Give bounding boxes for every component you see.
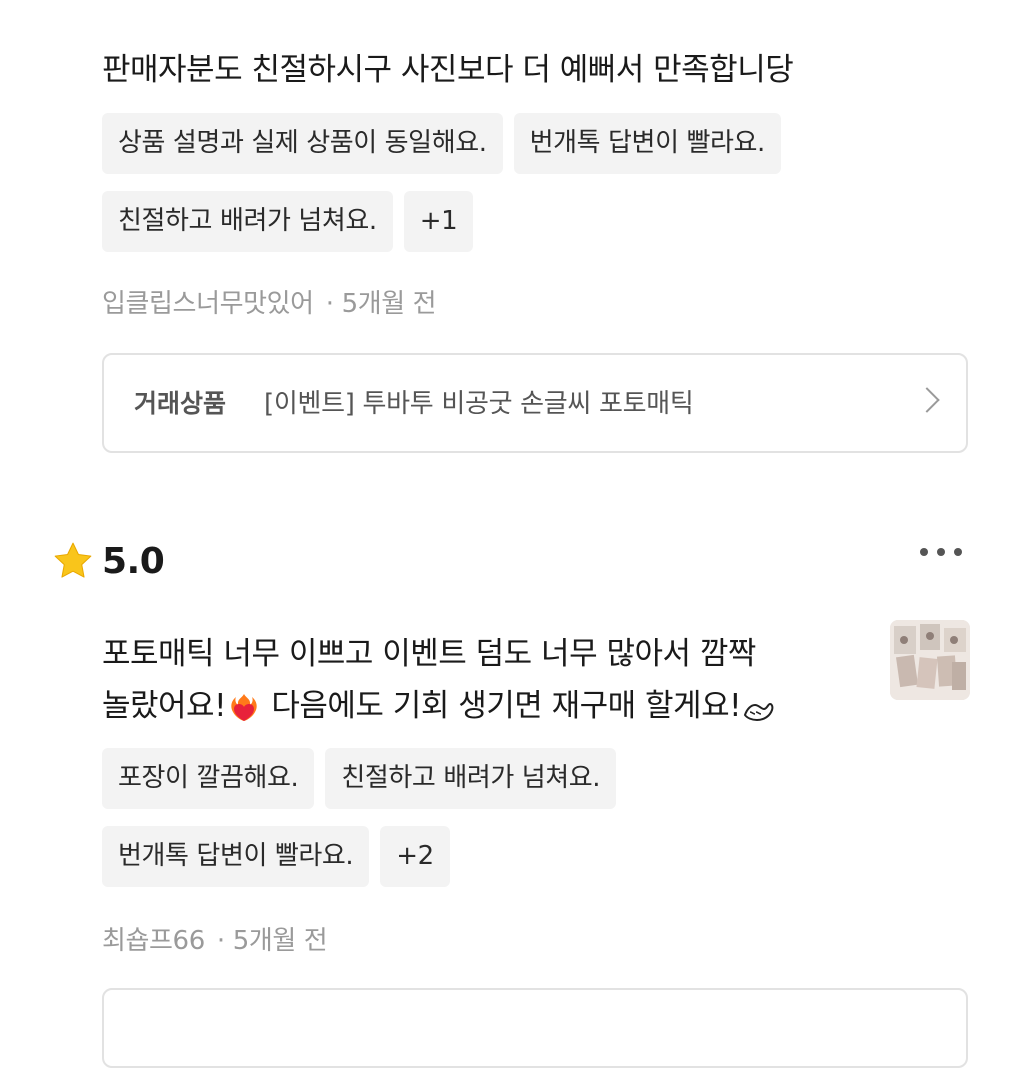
- review-time: 5개월 전: [232, 926, 328, 956]
- review-rating: 5.0: [52, 538, 165, 584]
- review-tag: 상품 설명과 실제 상품이 동일해요.: [102, 113, 503, 174]
- reviewer-name[interactable]: 입클립스너무맛있어: [102, 289, 314, 319]
- product-label: 거래상품: [134, 389, 227, 418]
- finger-heart-emoji: [743, 702, 774, 721]
- more-tags-button[interactable]: +1: [403, 191, 474, 252]
- review-text: 포토매틱 너무 이쁘고 이벤트 덤도 너무 많아서 깜짝 놀랐어요! 다음에도 …: [102, 628, 842, 732]
- review-tag: 친절하고 배려가 넘쳐요.: [102, 191, 393, 252]
- traded-product-card[interactable]: 거래상품 [이벤트] 투바투 비공굿 손글씨 포토매틱: [102, 353, 968, 453]
- review-text-line: 포토매틱 너무 이쁘고 이벤트 덤도 너무 많아서 깜짝: [102, 636, 756, 672]
- star-icon: [54, 542, 92, 578]
- product-name: [이벤트] 투바투 비공굿 손글씨 포토매틱: [264, 389, 694, 419]
- review-meta: 최숍프66 · 5개월 전: [102, 926, 328, 956]
- review-tags: 상품 설명과 실제 상품이 동일해요. 번개톡 답변이 빨라요. 친절하고 배려…: [102, 113, 902, 269]
- review-tag: 친절하고 배려가 넘쳐요.: [325, 748, 617, 809]
- review-photo-thumbnail[interactable]: [890, 620, 970, 700]
- review-tag: 번개톡 답변이 빨라요.: [102, 826, 370, 887]
- traded-product-card[interactable]: [102, 988, 968, 1068]
- reviewer-name[interactable]: 최숍프66: [102, 926, 205, 956]
- chevron-right-icon: [914, 387, 940, 413]
- review-tag: 번개톡 답변이 빨라요.: [513, 113, 781, 174]
- review-tag: 포장이 깔끔해요.: [102, 748, 315, 809]
- review-tags: 포장이 깔끔해요. 친절하고 배려가 넘쳐요. 번개톡 답변이 빨라요. +2: [102, 748, 902, 904]
- review-text-line: 다음에도 기회 생기면 재구매 할게요!: [262, 688, 742, 724]
- review-time: 5개월 전: [341, 289, 437, 319]
- rating-value: 5.0: [102, 540, 165, 582]
- more-options-icon[interactable]: [920, 548, 962, 556]
- review-text: 판매자분도 친절하시구 사진보다 더 예뻐서 만족합니당: [102, 52, 794, 88]
- review-text-line: 놀랐어요!: [102, 688, 227, 724]
- review-meta: 입클립스너무맛있어 · 5개월 전: [102, 289, 437, 319]
- heart-on-fire-emoji: [231, 693, 257, 721]
- more-tags-button[interactable]: +2: [380, 826, 450, 887]
